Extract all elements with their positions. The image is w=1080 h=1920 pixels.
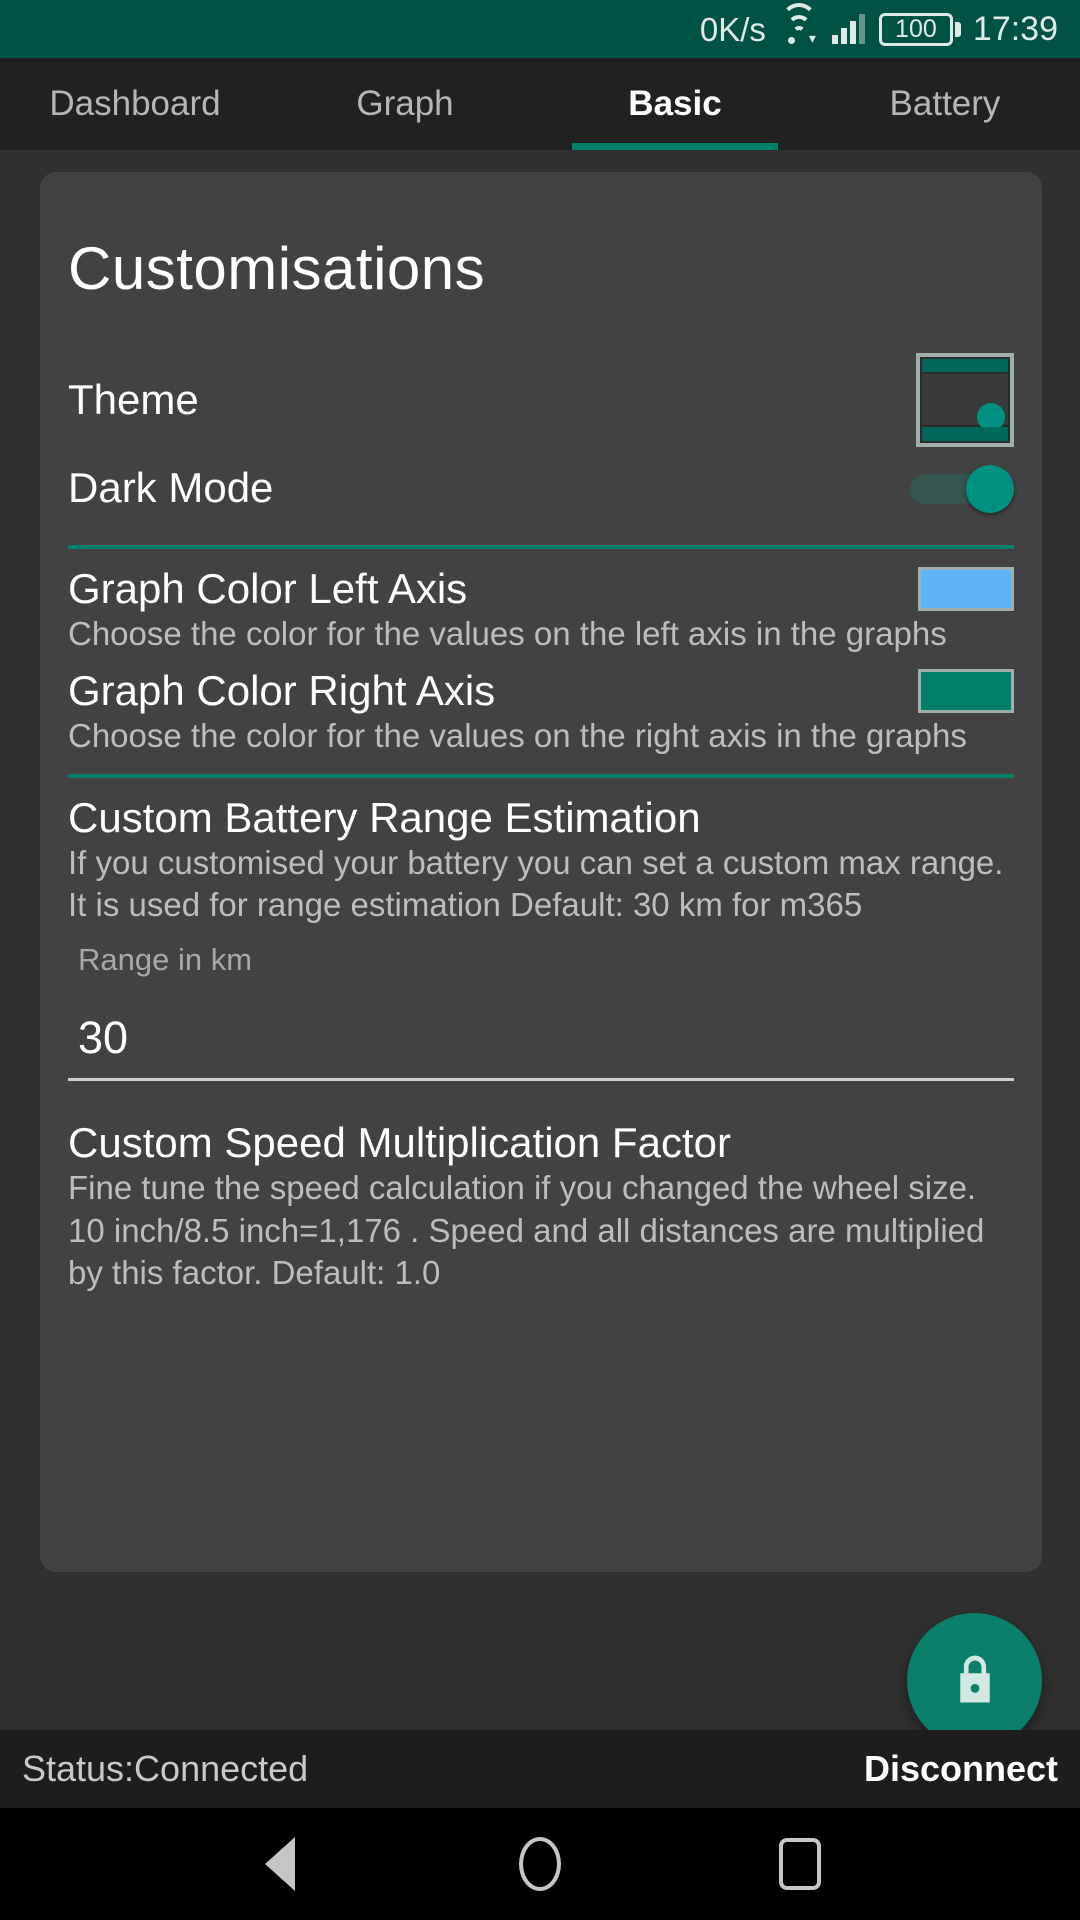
graph-color-left-swatch[interactable]	[918, 567, 1014, 612]
setting-row-graph-color-right[interactable]: Graph Color Right Axis Choose the color …	[68, 669, 1014, 757]
network-speed-text: 0K/s	[699, 10, 766, 48]
speed-factor-description: Fine tune the speed calculation if you c…	[68, 1169, 985, 1291]
battery-range-field-label: Range in km	[78, 942, 253, 978]
battery-range-label: Custom Battery Range Estimation	[68, 793, 701, 841]
phone-screen: 0K/s ▾ 100 17:39 Dashboard Graph Basic B…	[0, 0, 1080, 1920]
back-icon[interactable]	[235, 1819, 325, 1909]
tab-battery[interactable]: Battery	[810, 58, 1080, 150]
android-nav-bar	[0, 1808, 1080, 1920]
page-title: Customisations	[68, 235, 486, 302]
status-badge: Status:Connected	[22, 1748, 309, 1789]
battery-range-input[interactable]: 30	[68, 1012, 1014, 1082]
clock-text: 17:39	[972, 9, 1058, 48]
tab-graph-label: Graph	[356, 84, 454, 123]
connection-status-bar: Status:Connected Disconnect	[0, 1730, 1080, 1808]
theme-label: Theme	[68, 375, 199, 423]
setting-row-dark-mode[interactable]: Dark Mode	[68, 457, 1014, 529]
battery-level-text: 100	[895, 14, 937, 43]
customisations-card: Customisations Theme Dark Mode Graph Col…	[40, 172, 1042, 1572]
settings-scroll-area[interactable]: Customisations Theme Dark Mode Graph Col…	[0, 150, 1080, 1730]
theme-preview-icon[interactable]	[916, 353, 1014, 447]
tab-dashboard-label: Dashboard	[49, 84, 221, 123]
graph-color-right-swatch[interactable]	[918, 669, 1014, 714]
setting-row-battery-range: Custom Battery Range Estimation If you c…	[68, 793, 1014, 1082]
tab-basic[interactable]: Basic	[540, 58, 810, 150]
status-bar: 0K/s ▾ 100 17:39	[0, 0, 1080, 58]
tab-battery-label: Battery	[889, 84, 1001, 123]
battery-range-description: If you customised your battery you can s…	[68, 843, 1004, 923]
dark-mode-toggle[interactable]	[910, 465, 1014, 513]
lock-fab-button[interactable]	[907, 1613, 1042, 1730]
section-divider-1	[68, 545, 1014, 549]
disconnect-button[interactable]: Disconnect	[864, 1748, 1058, 1790]
tab-dashboard[interactable]: Dashboard	[0, 58, 270, 150]
graph-color-left-description: Choose the color for the values on the l…	[68, 615, 947, 653]
graph-color-right-label: Graph Color Right Axis	[68, 667, 496, 715]
tab-bar: Dashboard Graph Basic Battery	[0, 58, 1080, 150]
setting-row-theme[interactable]: Theme	[68, 337, 1014, 457]
section-divider-2	[68, 773, 1014, 778]
battery-range-input-value: 30	[78, 1012, 129, 1064]
graph-color-left-label: Graph Color Left Axis	[68, 565, 468, 612]
tab-basic-label: Basic	[628, 84, 722, 123]
lock-icon	[959, 1655, 990, 1702]
setting-row-graph-color-left[interactable]: Graph Color Left Axis Choose the color f…	[68, 565, 1014, 655]
speed-factor-label: Custom Speed Multiplication Factor	[68, 1119, 731, 1167]
graph-color-right-description: Choose the color for the values on the r…	[68, 717, 967, 755]
dark-mode-label: Dark Mode	[68, 463, 274, 511]
recents-icon[interactable]	[755, 1819, 845, 1909]
wifi-icon: ▾	[780, 3, 818, 45]
home-icon[interactable]	[495, 1819, 585, 1909]
tab-active-indicator	[572, 143, 778, 150]
tab-graph[interactable]: Graph	[270, 58, 540, 150]
setting-row-speed-factor: Custom Speed Multiplication Factor Fine …	[68, 1121, 1014, 1294]
battery-icon: 100	[878, 12, 961, 46]
cellular-signal-icon	[831, 14, 865, 44]
